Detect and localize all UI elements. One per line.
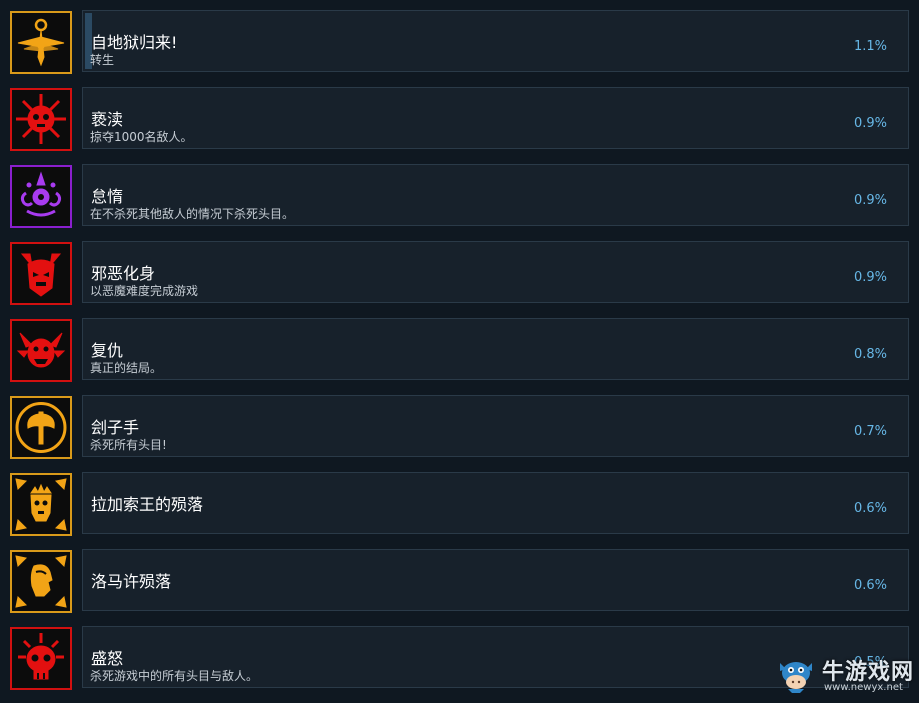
wrath-skull-icon (18, 633, 64, 680)
achievement-icon-frame (10, 627, 72, 690)
unlock-percentage: 1.1% (853, 39, 887, 54)
achievement-row: 洛马许殒落 0.6% (0, 549, 919, 626)
unlock-percentage: 0.9% (853, 193, 887, 208)
achievement-card: 洛马许殒落 0.6% (82, 549, 909, 611)
achievement-description: 真正的结局。 (90, 361, 163, 375)
unlock-percentage: 0.6% (853, 578, 887, 593)
achievement-row: 亵渎 掠夺1000名敌人。 0.9% (0, 87, 919, 164)
achievement-row: 怠惰 在不杀死其他敌人的情况下杀死头目。 0.9% (0, 164, 919, 241)
king-skull-icon (15, 478, 67, 531)
unlock-percentage: 0.7% (853, 424, 887, 439)
achievement-icon-frame (10, 88, 72, 151)
watermark-url: www.newyx.net (824, 682, 903, 693)
unlock-percentage: 0.9% (853, 116, 887, 131)
achievement-row: 刽子手 杀死所有头目! 0.7% (0, 395, 919, 472)
achievement-icon-frame (10, 242, 72, 305)
achievement-description: 杀死游戏中的所有头目与敌人。 (90, 669, 259, 683)
axe-icon (15, 402, 67, 453)
achievement-title: 刽子手 (91, 418, 140, 437)
achievement-description: 转生 (90, 53, 115, 67)
achievement-title: 拉加索王的殒落 (91, 495, 204, 514)
achievement-title: 邪恶化身 (91, 264, 156, 283)
achievement-icon-frame (10, 473, 72, 536)
achievement-card: 复仇 真正的结局。 0.8% (82, 318, 909, 380)
demon-mask-icon (20, 253, 62, 297)
achievement-title: 复仇 (91, 341, 124, 360)
achievement-description: 以恶魔难度完成游戏 (90, 284, 199, 298)
demon-face-icon (16, 332, 66, 368)
winged-sigil-icon (17, 18, 65, 67)
achievement-row: 邪恶化身 以恶魔难度完成游戏 0.9% (0, 241, 919, 318)
achievement-title: 怠惰 (91, 187, 124, 206)
unlock-percentage: 0.8% (853, 347, 887, 362)
head-profile-icon (15, 555, 67, 608)
site-watermark: 牛游戏网 www.newyx.net (774, 654, 919, 702)
achievement-title: 亵渎 (91, 110, 124, 129)
achievement-icon-frame (10, 550, 72, 613)
achievement-description: 掠夺1000名敌人。 (90, 130, 193, 144)
achievement-card: 邪恶化身 以恶魔难度完成游戏 0.9% (82, 241, 909, 303)
achievement-icon-frame (10, 165, 72, 228)
achievement-row: 复仇 真正的结局。 0.8% (0, 318, 919, 395)
achievement-title: 盛怒 (91, 649, 124, 668)
achievement-title: 洛马许殒落 (91, 572, 172, 591)
achievement-card: 自地狱归来! 转生 1.1% (82, 10, 909, 72)
achievement-description: 在不杀死其他敌人的情况下杀死头目。 (90, 207, 295, 221)
achievement-card: 怠惰 在不杀死其他敌人的情况下杀死头目。 0.9% (82, 164, 909, 226)
unlock-percentage: 0.9% (853, 270, 887, 285)
achievement-card: 刽子手 杀死所有头目! 0.7% (82, 395, 909, 457)
achievement-icon-frame (10, 396, 72, 459)
achievement-icon-frame (10, 11, 72, 74)
unlock-percentage: 0.6% (853, 501, 887, 516)
achievement-icon-frame (10, 319, 72, 382)
achievement-row: 拉加索王的殒落 0.6% (0, 472, 919, 549)
spiked-skull-icon (16, 94, 66, 144)
achievement-row: 自地狱归来! 转生 1.1% (0, 10, 919, 87)
cow-mascot-icon (780, 662, 812, 693)
achievement-card: 拉加索王的殒落 0.6% (82, 472, 909, 534)
sloth-sigil-icon (20, 171, 62, 217)
achievement-card: 亵渎 掠夺1000名敌人。 0.9% (82, 87, 909, 149)
achievement-title: 自地狱归来! (91, 33, 178, 52)
achievement-description: 杀死所有头目! (90, 438, 167, 452)
